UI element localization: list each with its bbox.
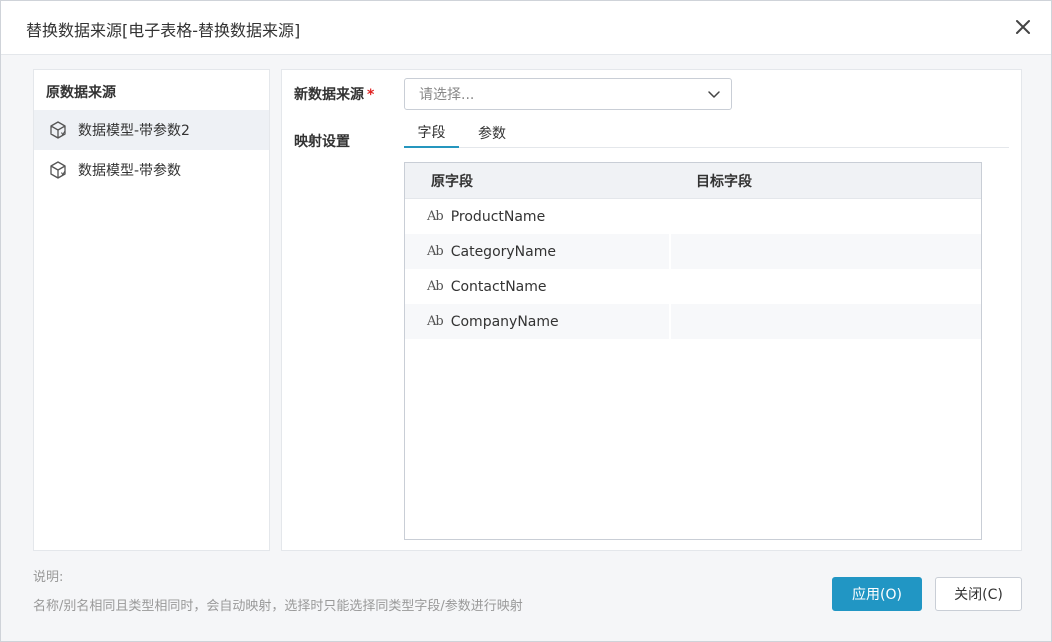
- source-item-model-param2[interactable]: 数据模型-带参数2: [34, 110, 269, 150]
- source-item-label: 数据模型-带参数: [78, 163, 182, 179]
- target-field-cell[interactable]: [671, 234, 981, 269]
- text-type-icon: Ab: [427, 314, 444, 329]
- table-row: Ab ContactName: [405, 269, 981, 304]
- column-header-source: 原字段: [431, 174, 473, 190]
- source-field-name: CompanyName: [450, 313, 559, 330]
- mapping-tabs: 字段 参数: [404, 118, 1009, 148]
- close-button[interactable]: 关闭(C): [935, 577, 1022, 611]
- table-row: Ab CategoryName: [405, 234, 981, 269]
- target-field-cell[interactable]: [671, 269, 981, 304]
- replace-data-source-dialog: 替换数据来源[电子表格-替换数据来源] 原数据来源 数据模型-带参数2 数据模型…: [0, 0, 1052, 642]
- tab-param[interactable]: 参数: [462, 118, 522, 148]
- source-field-cell: Ab CompanyName: [405, 304, 669, 339]
- mapping-settings-label: 映射设置: [294, 134, 350, 150]
- source-field-cell: Ab ProductName: [405, 199, 669, 234]
- source-field-cell: Ab ContactName: [405, 269, 669, 304]
- dialog-titlebar: 替换数据来源[电子表格-替换数据来源]: [1, 1, 1051, 55]
- description-text: 名称/别名相同且类型相同时，会自动映射，选择时只能选择同类型字段/参数进行映射: [33, 599, 523, 614]
- source-field-name: ProductName: [450, 208, 546, 225]
- text-type-icon: Ab: [427, 279, 444, 294]
- mapping-grid: 原字段 目标字段 Ab ProductName Ab CategoryName: [404, 162, 982, 540]
- source-item-label: 数据模型-带参数2: [78, 123, 190, 139]
- required-mark: *: [367, 87, 375, 103]
- new-source-select[interactable]: 请选择...: [404, 78, 732, 110]
- text-type-icon: Ab: [427, 209, 444, 224]
- source-field-name: CategoryName: [450, 243, 556, 260]
- original-source-panel: 原数据来源 数据模型-带参数2 数据模型-带参数: [33, 69, 270, 551]
- description-title: 说明:: [33, 570, 64, 585]
- target-field-cell[interactable]: [671, 304, 981, 339]
- target-field-cell[interactable]: [671, 199, 981, 234]
- source-field-cell: Ab CategoryName: [405, 234, 669, 269]
- text-type-icon: Ab: [427, 244, 444, 259]
- select-placeholder: 请选择...: [419, 87, 475, 103]
- source-item-model-param[interactable]: 数据模型-带参数: [34, 150, 269, 190]
- table-row: Ab CompanyName: [405, 304, 981, 339]
- new-source-label: 新数据来源 *: [294, 84, 374, 104]
- table-row: Ab ProductName: [405, 199, 981, 234]
- cube-icon: [48, 120, 68, 140]
- original-source-header: 原数据来源: [46, 85, 116, 101]
- column-header-target: 目标字段: [696, 174, 752, 190]
- source-field-name: ContactName: [450, 278, 547, 295]
- dialog-title: 替换数据来源[电子表格-替换数据来源]: [26, 21, 301, 40]
- apply-button[interactable]: 应用(O): [832, 577, 922, 611]
- close-icon[interactable]: [1011, 15, 1035, 39]
- new-source-label-text: 新数据来源: [294, 87, 364, 103]
- new-source-panel: 新数据来源 * 请选择... 映射设置 字段 参数 原字段 目标字段 Ab Pro…: [281, 69, 1022, 551]
- grid-header: 原字段 目标字段: [405, 163, 981, 199]
- tab-field[interactable]: 字段: [404, 118, 459, 148]
- cube-icon: [48, 160, 68, 180]
- chevron-down-icon: [707, 87, 721, 101]
